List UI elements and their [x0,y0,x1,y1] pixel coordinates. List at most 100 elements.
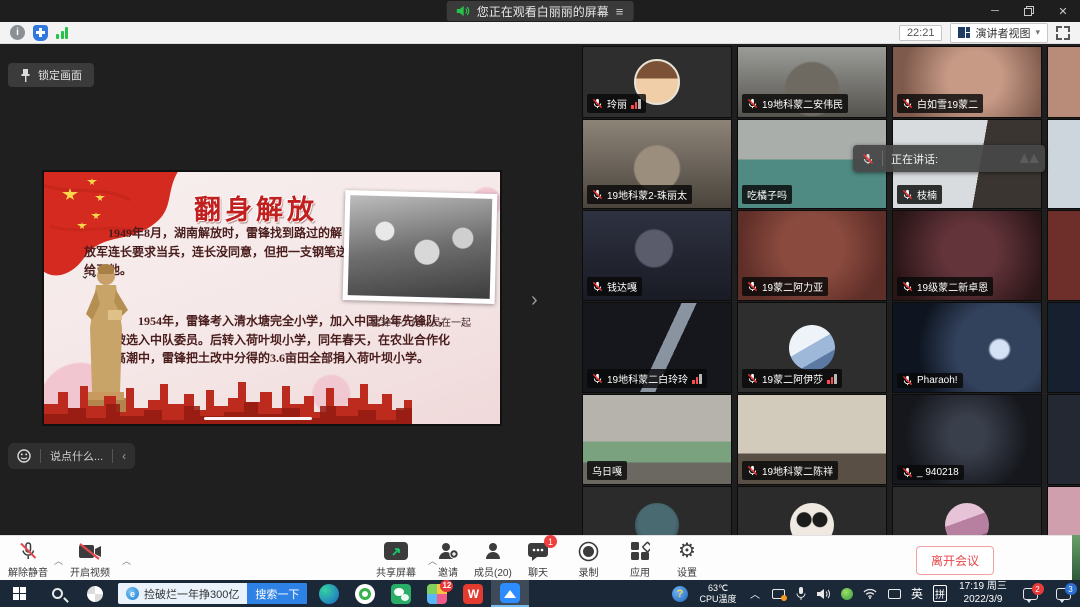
participant-name: Pharaoh! [917,375,958,386]
speaking-indicator-toast: 正在讲话: ▲▲ [853,145,1045,172]
invite-button[interactable]: 邀请 [437,540,459,579]
video-tile-xinzhuoen[interactable]: 19级蒙二新卓恩 [893,211,1041,300]
ime-indicator[interactable]: 拼 [928,580,952,607]
record-label: 录制 [579,564,599,579]
video-tile-partial[interactable] [1048,395,1080,484]
emoji-icon[interactable] [8,449,40,463]
chat-collapse-chevron[interactable]: ‹ [113,449,135,463]
wechat-app-icon[interactable] [383,580,419,607]
video-tile-partial[interactable] [1048,47,1080,117]
view-mode-button[interactable]: 演讲者视图 ▾ [950,23,1048,43]
mic-tray-icon[interactable] [790,580,812,607]
share-options-chevron[interactable]: ︿ [428,554,437,567]
minimize-button[interactable]: ─ [978,0,1012,22]
video-tile-partial[interactable] [893,487,1041,535]
wifi-tray-icon[interactable] [858,580,882,607]
meeting-info-icon[interactable]: i [10,25,25,40]
mic-options-chevron[interactable]: ︿ [54,554,63,567]
network-signal-icon [631,99,641,109]
share-screen-button[interactable]: 共享屏幕 [376,540,416,579]
network-quality-icon[interactable] [56,27,68,39]
meeting-toolbar: 解除静音 ︿ 开启视频 ︿ 共享屏幕 ︿ 邀请 成员(20) 1 聊天 [0,535,1072,580]
meeting-app-icon[interactable] [491,580,529,607]
view-mode-label: 演讲者视图 [975,25,1030,41]
video-tile-ayisha[interactable]: 19蒙二阿伊莎 [738,303,886,392]
video-tile-zhulitai[interactable]: 19地科蒙2-珠丽太 [583,120,731,208]
search-hot-text[interactable]: 捡破烂一年挣300亿 [144,586,239,602]
members-button[interactable]: 成员(20) [474,540,512,579]
video-tile-pharaoh[interactable]: Pharaoh! [893,303,1041,392]
display-tray-icon[interactable] [882,580,906,607]
pin-view-button[interactable]: 锁定画面 [8,63,94,87]
search-go-button[interactable]: 搜索一下 [247,583,307,604]
video-tile-partial[interactable] [1048,120,1080,208]
video-tile-qiandaga[interactable]: 钱达嘎 [583,211,731,300]
video-options-chevron[interactable]: ︿ [122,554,131,567]
video-tile-partial[interactable] [583,487,731,535]
record-button[interactable]: 录制 [578,540,599,579]
tray-expand-chevron[interactable]: ︿ [744,580,766,607]
video-tile-partial[interactable] [1048,303,1080,392]
tim-app-icon[interactable]: 12 [419,580,455,607]
volume-tray-icon[interactable] [812,580,836,607]
driver-helper-icon[interactable]: ? [668,580,692,607]
taskbar-search-box[interactable]: e捡破烂一年挣300亿 搜索一下 [118,583,307,604]
fullscreen-icon[interactable] [1056,26,1070,40]
apps-button[interactable]: 应用 [630,540,650,579]
security-tray-icon[interactable] [836,580,858,607]
mic-muted-icon [902,189,913,200]
wps-app-icon[interactable]: W [455,580,491,607]
chat-input-placeholder[interactable]: 说点什么... [41,448,112,464]
pinwheel-app-icon[interactable] [76,580,114,607]
participant-name: _ 940218 [917,467,959,478]
video-tile-bairuxue[interactable]: 白如雪19蒙二 [893,47,1041,117]
participant-label: 玲丽 [587,94,646,113]
video-tile-940218[interactable]: _ 940218 [893,395,1041,484]
panel-expand-chevron[interactable]: › [531,290,538,310]
message-tray-icon-blue[interactable]: 3 [1046,580,1080,607]
start-video-button[interactable]: 开启视频 [70,540,110,579]
taskbar-clock[interactable]: 17:19 周三 2022/3/9 [952,580,1014,607]
speaker-icon [457,5,470,17]
video-tile-bailingling[interactable]: 19地科蒙二白玲玲 [583,303,731,392]
video-tile-anweimin[interactable]: 19地科蒙二安伟民 [738,47,886,117]
close-button[interactable]: ✕ [1046,0,1080,22]
video-tile-aliya[interactable]: 19蒙二阿力亚 [738,211,886,300]
video-tile-partial[interactable] [738,487,886,535]
security-shield-icon[interactable] [33,25,48,41]
video-tile-wuriga[interactable]: 乌日嘎 [583,395,731,484]
quick-chat-bar[interactable]: 说点什么... ‹ [8,443,135,469]
message-tray-icon-red[interactable]: 2 [1014,580,1046,607]
participant-name: 钱达嘎 [607,279,637,294]
edge-app-icon[interactable] [311,580,347,607]
video-tile-chenxiang[interactable]: 19地科蒙二陈祥 [738,395,886,484]
pin-icon [20,69,31,82]
video-tile-partial[interactable] [1048,211,1080,300]
meeting-window: 您正在观看白丽丽的屏幕 ≡ ─ ✕ i 22:21 演讲者视图 ▾ [0,0,1080,607]
chat-button[interactable]: 1 聊天 [527,540,549,579]
slide-progress-indicator [204,417,312,420]
language-indicator[interactable]: 英 [906,580,928,607]
mic-muted-icon [592,281,603,292]
watching-banner[interactable]: 您正在观看白丽丽的屏幕 ≡ [447,1,634,21]
start-button[interactable] [0,580,38,607]
unmute-button[interactable]: 解除静音 [8,540,48,579]
participant-name: 19级蒙二新卓恩 [917,279,988,294]
watching-banner-text: 您正在观看白丽丽的屏幕 [477,3,609,20]
video-tile-lingli[interactable]: 玲丽 [583,47,731,117]
watermark-logo: ▲▲ [1016,150,1036,168]
video-tile-partial[interactable] [1048,487,1080,535]
apps-label: 应用 [630,564,650,579]
banner-menu-icon[interactable]: ≡ [616,4,624,19]
gear-icon: ⚙ [678,541,696,561]
settings-button[interactable]: ⚙ 设置 [677,540,697,579]
chat-label: 聊天 [528,564,548,579]
restore-button[interactable] [1012,0,1046,22]
leave-meeting-button[interactable]: 离开会议 [916,546,994,575]
taskbar-search-icon[interactable] [38,580,76,607]
browser-360-app-icon[interactable] [347,580,383,607]
screenshot-tray-icon[interactable] [766,580,790,607]
mic-muted-icon [902,281,913,292]
cpu-temp-widget[interactable]: 63℃ CPU温度 [692,580,744,607]
start-video-label: 开启视频 [70,564,110,579]
